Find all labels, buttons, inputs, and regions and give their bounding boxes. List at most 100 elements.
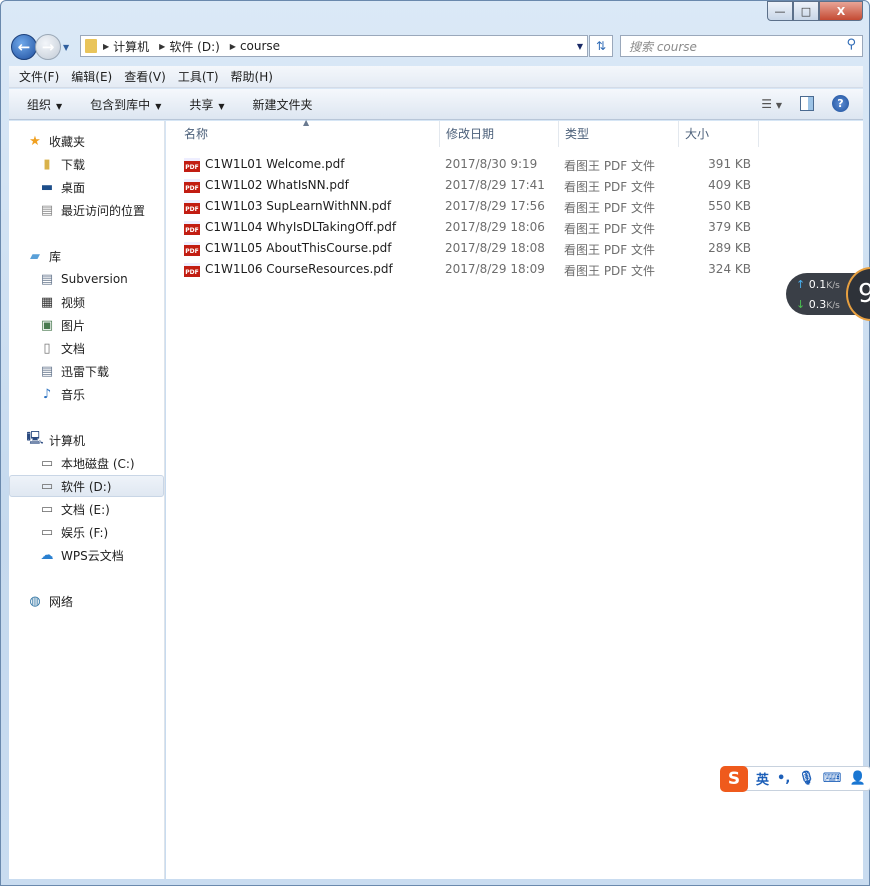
file-date: 2017/8/30 9:19: [445, 157, 538, 171]
keyboard-icon[interactable]: ⌨: [823, 771, 842, 786]
download-unit: K/s: [826, 301, 840, 311]
system-drive-icon: ▭: [40, 455, 54, 471]
menu-help[interactable]: 帮助(H): [231, 68, 273, 85]
chevron-right-icon: ▶: [103, 41, 110, 51]
help-icon[interactable]: ?: [832, 95, 849, 112]
pdf-icon: PDF: [184, 263, 200, 277]
document-icon: ▯: [43, 340, 51, 356]
video-icon: ▦: [40, 294, 54, 310]
download-speed: 0.3: [808, 298, 827, 311]
menu-edit[interactable]: 编辑(E): [71, 68, 112, 85]
maximize-button[interactable]: □: [793, 1, 819, 21]
minimize-button[interactable]: —: [767, 1, 793, 21]
file-type: 看图王 PDF 文件: [564, 243, 656, 257]
include-in-library-button[interactable]: 包含到库中 ▼: [90, 96, 161, 113]
search-placeholder: 搜索 course: [629, 39, 697, 54]
menu-tools[interactable]: 工具(T): [178, 68, 219, 85]
file-name: C1W1L01 Welcome.pdf: [205, 157, 345, 171]
sidebar-item-drive-d[interactable]: ▭ 软件 (D:): [9, 475, 164, 497]
sogou-logo-icon[interactable]: S: [720, 765, 748, 792]
column-header-size[interactable]: 大小: [679, 121, 759, 147]
organize-button[interactable]: 组织 ▼: [27, 96, 62, 113]
file-name: C1W1L04 WhyIsDLTakingOff.pdf: [205, 220, 397, 234]
column-header-name[interactable]: 名称: [178, 121, 440, 147]
picture-icon: ▣: [40, 317, 54, 333]
sidebar-item-documents[interactable]: ▯ 文档: [39, 337, 164, 359]
menu-file[interactable]: 文件(F): [19, 68, 59, 85]
sidebar-item-videos[interactable]: ▦ 视频: [39, 291, 164, 313]
preview-pane-icon[interactable]: [800, 96, 814, 111]
close-button[interactable]: X: [819, 1, 863, 21]
file-size: 391 KB: [708, 157, 751, 171]
desktop-icon: ▬: [40, 179, 54, 195]
file-size: 324 KB: [708, 262, 751, 276]
sidebar-favorites[interactable]: ★ 收藏夹: [27, 130, 164, 152]
upload-arrow-icon: ↑: [796, 278, 806, 291]
view-options-icon[interactable]: ☰ ▼: [761, 97, 782, 111]
document-library-icon: ▤: [40, 363, 54, 379]
menu-bar: 文件(F) 编辑(E) 查看(V) 工具(T) 帮助(H): [9, 66, 863, 88]
recent-pages-dropdown[interactable]: ▼: [63, 43, 69, 52]
sidebar-computer[interactable]: 🖳 计算机: [26, 429, 164, 451]
recent-places-icon: ▤: [40, 202, 54, 218]
menu-view[interactable]: 查看(V): [124, 68, 166, 85]
column-header-date[interactable]: 修改日期: [440, 121, 559, 147]
address-bar[interactable]: ▶ 计算机 ▶ 软件 (D:) ▶ course ▼: [80, 35, 588, 57]
sidebar-item-wps-cloud[interactable]: ☁ WPS云文档: [39, 544, 164, 566]
file-name: C1W1L05 AboutThisCourse.pdf: [205, 241, 392, 255]
upload-speed: 0.1: [808, 278, 827, 291]
address-history-dropdown[interactable]: ▼: [577, 42, 583, 51]
file-date: 2017/8/29 18:06: [445, 220, 545, 234]
sidebar-libraries[interactable]: ▰ 库: [27, 245, 164, 267]
microphone-icon[interactable]: 🎙: [798, 771, 815, 786]
file-row[interactable]: PDF C1W1L01 Welcome.pdf 2017/8/30 9:19 看…: [178, 155, 778, 176]
network-icon: ◍: [29, 593, 41, 609]
document-library-icon: ▤: [40, 271, 54, 287]
back-button[interactable]: ←: [11, 34, 37, 60]
user-icon[interactable]: 👤: [850, 771, 866, 786]
drive-icon: ▭: [40, 478, 54, 494]
file-type: 看图王 PDF 文件: [564, 222, 656, 236]
breadcrumb-course[interactable]: course: [240, 39, 280, 53]
forward-button[interactable]: →: [35, 34, 61, 60]
file-size: 550 KB: [708, 199, 751, 213]
new-folder-button[interactable]: 新建文件夹: [253, 96, 313, 113]
sidebar-item-music[interactable]: ♪ 音乐: [39, 383, 164, 405]
pdf-icon: PDF: [184, 221, 200, 235]
sidebar-network[interactable]: ◍ 网络: [27, 590, 164, 612]
file-row[interactable]: PDF C1W1L02 WhatIsNN.pdf 2017/8/29 17:41…: [178, 176, 778, 197]
file-row[interactable]: PDF C1W1L06 CourseResources.pdf 2017/8/2…: [178, 260, 778, 281]
ime-language-toggle[interactable]: 英: [756, 769, 769, 788]
upload-unit: K/s: [826, 281, 840, 291]
file-type: 看图王 PDF 文件: [564, 201, 656, 215]
breadcrumb-computer[interactable]: 计算机: [113, 38, 149, 55]
file-type: 看图王 PDF 文件: [564, 159, 656, 173]
ime-punctuation-toggle[interactable]: •,: [777, 771, 790, 786]
sidebar-item-desktop[interactable]: ▬ 桌面: [39, 176, 164, 198]
sidebar-item-drive-f[interactable]: ▭ 娱乐 (F:): [39, 521, 164, 543]
file-row[interactable]: PDF C1W1L03 SupLearnWithNN.pdf 2017/8/29…: [178, 197, 778, 218]
computer-icon: 🖳: [26, 431, 44, 446]
library-icon: ▰: [30, 248, 40, 264]
share-button[interactable]: 共享 ▼: [189, 96, 224, 113]
ime-toolbar: S 英 •, 🎙 ⌨ 👤: [720, 765, 870, 792]
search-input[interactable]: 搜索 course ⚲: [620, 35, 863, 57]
sidebar-item-drive-c[interactable]: ▭ 本地磁盘 (C:): [39, 452, 164, 474]
column-header-type[interactable]: 类型: [559, 121, 679, 147]
search-icon[interactable]: ⚲: [846, 37, 856, 52]
file-size: 409 KB: [708, 178, 751, 192]
cloud-icon: ☁: [40, 547, 54, 563]
breadcrumb-drive-d[interactable]: 软件 (D:): [169, 38, 219, 55]
refresh-button[interactable]: ⇅: [589, 35, 613, 57]
pdf-icon: PDF: [184, 200, 200, 214]
sidebar-item-pictures[interactable]: ▣ 图片: [39, 314, 164, 336]
file-row[interactable]: PDF C1W1L05 AboutThisCourse.pdf 2017/8/2…: [178, 239, 778, 260]
sidebar-item-downloads[interactable]: ▮ 下载: [39, 153, 164, 175]
sidebar-item-subversion[interactable]: ▤ Subversion: [39, 268, 164, 290]
sidebar-item-drive-e[interactable]: ▭ 文档 (E:): [39, 498, 164, 520]
file-row[interactable]: PDF C1W1L04 WhyIsDLTakingOff.pdf 2017/8/…: [178, 218, 778, 239]
file-name: C1W1L06 CourseResources.pdf: [205, 262, 393, 276]
download-arrow-icon: ↓: [796, 298, 806, 311]
sidebar-item-xunlei[interactable]: ▤ 迅雷下载: [39, 360, 164, 382]
sidebar-item-recent[interactable]: ▤ 最近访问的位置: [39, 199, 164, 221]
